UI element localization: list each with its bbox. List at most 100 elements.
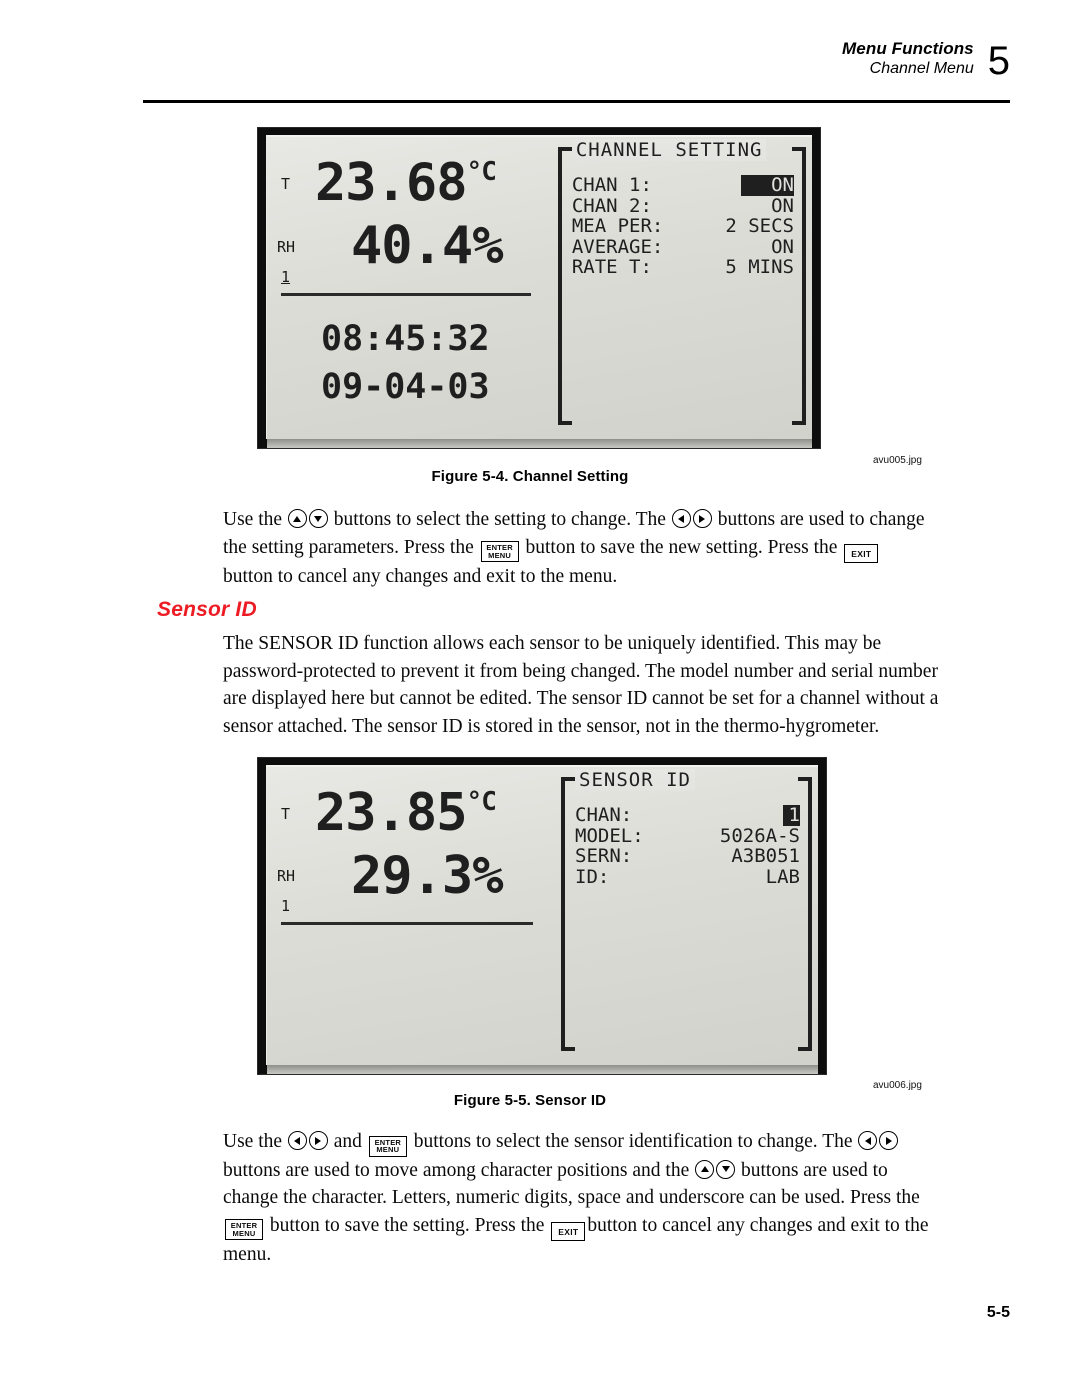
paragraph-sensor-id-intro: The SENSOR ID function allows each senso… bbox=[223, 633, 939, 738]
humidity-value: 40.4 bbox=[351, 216, 473, 276]
menu-row-value: 5 MINS bbox=[725, 256, 794, 279]
bracket-top-left bbox=[561, 777, 576, 781]
menu-title-channel-setting: CHANNEL SETTING bbox=[571, 139, 767, 161]
menu-row[interactable]: RATE T: 5 MINS bbox=[572, 257, 794, 278]
header-title-block: Menu Functions Channel Menu bbox=[842, 38, 974, 79]
bracket-left-edge bbox=[561, 777, 566, 1051]
temperature-value-group: 23.68°C bbox=[315, 153, 497, 213]
para-text-2: and bbox=[328, 1131, 367, 1152]
humidity-value-group: 40.4% bbox=[351, 216, 504, 276]
page-number-footer: 5-5 bbox=[986, 1304, 1010, 1321]
humidity-label: RH bbox=[277, 238, 296, 256]
temperature-value-group: 23.85°C bbox=[315, 783, 497, 843]
menu-row[interactable]: AVERAGE: ON bbox=[572, 237, 794, 258]
left-arrow-button-icon bbox=[858, 1131, 878, 1150]
menu-row-value-selected: ON bbox=[741, 175, 794, 196]
menu-row-label: RATE T: bbox=[571, 256, 652, 279]
channel-number-label: 1 bbox=[281, 268, 291, 286]
temperature-label: T bbox=[281, 175, 291, 193]
menu-row-label: AVERAGE: bbox=[571, 235, 664, 258]
menu-row-label: CHAN 1: bbox=[571, 174, 652, 196]
lcd-screen-channel-setting: T RH 1 23.68°C 40.4% 08:45:32 09-04-03 C… bbox=[266, 135, 812, 448]
menu-row-value: 5026A-S bbox=[719, 824, 800, 847]
para-text-6: button to save the setting. Press the bbox=[265, 1214, 550, 1236]
menu-row[interactable]: CHAN 1: ON bbox=[572, 175, 794, 196]
down-arrow-button-icon bbox=[716, 1159, 736, 1179]
down-arrow-button-icon bbox=[308, 509, 328, 528]
header-chapter-number: 5 bbox=[987, 38, 1010, 83]
exit-button-icon: EXIT bbox=[844, 543, 879, 563]
enter-key-line2: MENU bbox=[232, 1228, 256, 1238]
menu-row-label: CHAN 2: bbox=[571, 194, 652, 217]
bracket-left-edge bbox=[557, 147, 562, 425]
lcd-screen-sensor-id: T RH 1 23.85°C 29.3% SENSOR ID CHAN: 1 M… bbox=[266, 765, 818, 1074]
lcd-display-sensor-id: T RH 1 23.85°C 29.3% SENSOR ID CHAN: 1 M… bbox=[258, 758, 826, 1074]
menu-row[interactable]: MODEL: 5026A-S bbox=[575, 824, 800, 847]
left-arrow-button-icon bbox=[287, 1131, 307, 1150]
menu-rows-channel-setting: CHAN 1: ON CHAN 2: ON MEA PER: 2 SECS AV… bbox=[572, 175, 794, 278]
bracket-bottom-right bbox=[792, 421, 806, 425]
menu-row-label: MEA PER: bbox=[571, 215, 664, 238]
enter-menu-button-icon: ENTER MENU bbox=[368, 1135, 407, 1157]
lcd-bottom-bezel-strip bbox=[267, 1065, 818, 1074]
paragraph-channel-setting-usage: Use the buttons to select the setting to… bbox=[223, 506, 935, 590]
menu-row-value-selected: 1 bbox=[782, 805, 800, 826]
header-subsection-title: Channel Menu bbox=[869, 60, 974, 78]
right-arrow-button-icon bbox=[308, 1131, 328, 1150]
section-heading-sensor-id: Sensor ID bbox=[157, 598, 257, 621]
clock-date: 09-04-03 bbox=[321, 367, 490, 407]
header-rule-divider bbox=[143, 100, 1010, 103]
bracket-top-left bbox=[557, 147, 572, 151]
lcd-right-pane-sensor: SENSOR ID CHAN: 1 MODEL: 5026A-S SERN: A… bbox=[559, 767, 818, 1065]
para-text-1: Use the bbox=[223, 509, 287, 530]
temperature-value: 23.68 bbox=[315, 153, 468, 213]
para-text-5: button to cancel any changes and exit to… bbox=[223, 565, 618, 587]
right-arrow-button-icon bbox=[692, 509, 712, 528]
up-arrow-button-icon bbox=[695, 1159, 715, 1179]
right-arrow-button-icon bbox=[879, 1131, 899, 1150]
bracket-right-edge bbox=[808, 777, 812, 1051]
menu-row-label: MODEL: bbox=[575, 824, 644, 847]
menu-row-value: ON bbox=[771, 235, 794, 258]
humidity-label: RH bbox=[277, 867, 296, 885]
clock-time: 08:45:32 bbox=[321, 319, 490, 359]
figure-filename-label: avu006.jpg bbox=[873, 1080, 922, 1091]
menu-row[interactable]: CHAN: 1 bbox=[575, 805, 800, 826]
menu-row[interactable]: CHAN 2: ON bbox=[571, 194, 794, 217]
lcd-left-pane-sensor: T RH 1 23.85°C 29.3% bbox=[267, 767, 559, 1065]
figure-caption-sensor-id: Figure 5-5. Sensor ID bbox=[453, 1092, 607, 1109]
menu-row-value: A3B051 bbox=[731, 845, 800, 868]
menu-row[interactable]: ID: LAB bbox=[575, 867, 800, 888]
menu-title-sensor-id: SENSOR ID bbox=[575, 769, 695, 791]
lcd-pane-divider bbox=[281, 293, 531, 296]
enter-menu-button-icon: ENTER MENU bbox=[480, 541, 519, 563]
menu-row[interactable]: SERN: A3B051 bbox=[575, 846, 800, 867]
para-text-1: Use the bbox=[223, 1131, 287, 1152]
menu-row-value: ON bbox=[771, 194, 794, 217]
lcd-pane-divider bbox=[281, 922, 533, 925]
bracket-top-right bbox=[792, 147, 806, 151]
bracket-bottom-right bbox=[798, 1047, 812, 1051]
enter-key-line2: MENU bbox=[376, 1145, 400, 1154]
temperature-unit: °C bbox=[466, 786, 497, 817]
temperature-unit: °C bbox=[466, 156, 497, 187]
menu-row-value: 2 SECS bbox=[725, 215, 794, 238]
temperature-value: 23.85 bbox=[315, 783, 468, 843]
bracket-top-right bbox=[798, 777, 812, 781]
menu-row-label: SERN: bbox=[575, 845, 633, 868]
channel-number-label: 1 bbox=[281, 897, 291, 915]
menu-row-value: LAB bbox=[765, 865, 800, 888]
temperature-label: T bbox=[281, 805, 291, 823]
lcd-bottom-bezel-strip bbox=[267, 439, 812, 448]
figure-caption-channel-setting: Figure 5-4. Channel Setting bbox=[431, 468, 629, 485]
lcd-right-pane-channel: CHANNEL SETTING CHAN 1: ON CHAN 2: ON ME… bbox=[556, 137, 812, 439]
humidity-unit: % bbox=[472, 846, 503, 906]
para-text-4: buttons are used to move among character… bbox=[223, 1159, 695, 1181]
exit-button-icon: EXIT bbox=[551, 1221, 586, 1241]
lcd-left-pane-channel: T RH 1 23.68°C 40.4% 08:45:32 09-04-03 bbox=[267, 137, 556, 439]
menu-row-label: CHAN: bbox=[575, 804, 633, 826]
enter-key-line2: MENU bbox=[488, 550, 512, 560]
lcd-display-channel-setting: T RH 1 23.68°C 40.4% 08:45:32 09-04-03 C… bbox=[258, 128, 820, 448]
menu-row[interactable]: MEA PER: 2 SECS bbox=[572, 216, 794, 237]
page-header: Menu Functions Channel Menu 5 bbox=[143, 38, 1010, 83]
